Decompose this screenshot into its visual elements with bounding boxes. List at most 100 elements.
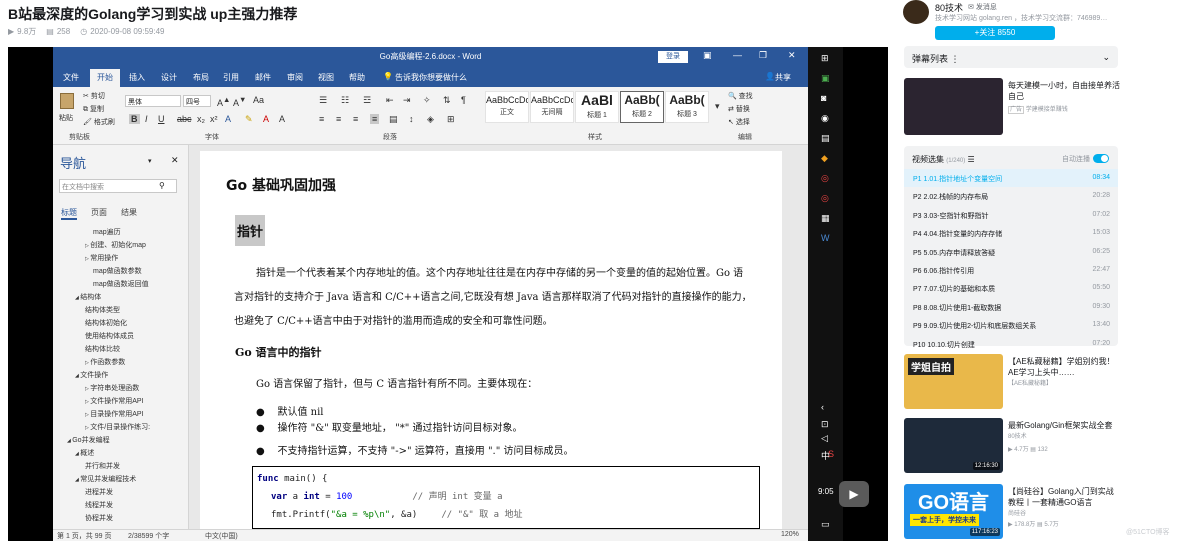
paste-button[interactable]: 粘贴 bbox=[59, 113, 73, 123]
borders-icon[interactable]: ⊞ bbox=[447, 114, 455, 125]
line-spacing-icon[interactable]: ↕ bbox=[409, 114, 414, 124]
recommend-title[interactable]: 【AE私藏秘籍】学姐别约我！AE学习上头中…… bbox=[1008, 356, 1120, 378]
ad-card[interactable]: 每天建模一小时，自由接单养活自己 广告 学建模接单赚钱 bbox=[904, 78, 1120, 136]
grow-font-icon[interactable]: A▲ bbox=[217, 95, 230, 108]
subscript-button[interactable]: x₂ bbox=[197, 114, 205, 124]
style-normal[interactable]: AaBbCcDc 正文 bbox=[485, 91, 529, 123]
tab-references[interactable]: 引用 bbox=[223, 72, 239, 83]
increase-indent-icon[interactable]: ⇥ bbox=[403, 95, 411, 106]
nav-heading-item[interactable]: map做函数返回值 bbox=[93, 279, 149, 289]
nav-heading-item[interactable]: 结构体初始化 bbox=[85, 318, 127, 328]
danmu-list-toggle[interactable]: 弹幕列表 ⋮ ⌄ bbox=[904, 46, 1118, 68]
copy-button[interactable]: ⧉ 复制 bbox=[83, 104, 104, 114]
tab-insert[interactable]: 插入 bbox=[129, 72, 145, 83]
app-icon[interactable]: ◎ bbox=[821, 193, 829, 204]
zoom-level[interactable]: 120% bbox=[781, 531, 799, 538]
nav-heading-item[interactable]: ▷ 字符串处理函数 bbox=[85, 383, 139, 393]
recommend-up[interactable]: 【AE私藏秘籍】 bbox=[1008, 378, 1052, 387]
style-no-spacing[interactable]: AaBbCcDc 无间隔 bbox=[530, 91, 574, 123]
nav-heading-item[interactable]: ▷ 创建、初始化map bbox=[85, 240, 146, 250]
font-size-select[interactable]: 四号 bbox=[183, 95, 211, 107]
sort-icon[interactable]: ⇅ bbox=[443, 95, 451, 106]
notification-icon[interactable]: ▭ bbox=[821, 519, 830, 530]
recommend-up[interactable]: 80技术 bbox=[1008, 431, 1027, 440]
align-left-icon[interactable]: ≡ bbox=[319, 114, 324, 124]
styles-scroll-icon[interactable]: ▾ bbox=[715, 101, 720, 112]
app-icon[interactable]: ◙ bbox=[821, 93, 826, 103]
nav-tab-pages[interactable]: 页面 bbox=[91, 207, 107, 218]
playlist-item[interactable]: P6 6.06.指针传引用 22:47 bbox=[904, 261, 1118, 279]
tab-file[interactable]: 文件 bbox=[63, 72, 79, 83]
ad-title[interactable]: 每天建模一小时，自由接单养活自己 bbox=[1008, 80, 1120, 102]
nav-tab-headings[interactable]: 标题 bbox=[61, 207, 77, 220]
style-heading2[interactable]: AaBb(标题 2 bbox=[620, 91, 664, 123]
tray-icon[interactable]: ⊡ bbox=[821, 419, 829, 430]
justify-icon[interactable]: ≡ bbox=[370, 114, 380, 124]
word-icon[interactable]: W bbox=[821, 233, 830, 243]
vertical-scrollbar[interactable] bbox=[782, 151, 794, 529]
chrome-icon[interactable]: ◎ bbox=[821, 173, 829, 184]
recommend-thumbnail[interactable]: GO语言 一套上手，学控未来 117:16:23 bbox=[904, 484, 1003, 539]
recommend-card[interactable]: 学姐自拍 【AE私藏秘籍】学姐别约我！AE学习上头中…… 【AE私藏秘籍】 bbox=[904, 354, 1118, 412]
tab-view[interactable]: 视图 bbox=[318, 72, 334, 83]
change-case-icon[interactable]: Aa bbox=[253, 95, 264, 105]
numbering-icon[interactable]: ☷ bbox=[341, 95, 349, 106]
avatar[interactable] bbox=[903, 0, 929, 24]
strikethrough-button[interactable]: abc bbox=[177, 114, 192, 124]
bullets-icon[interactable]: ☰ bbox=[319, 95, 327, 106]
nav-heading-item[interactable]: ▷ 文件操作常用API bbox=[85, 396, 144, 406]
maximize-icon[interactable]: ❐ bbox=[759, 50, 767, 61]
nav-heading-item[interactable]: 结构体比较 bbox=[85, 344, 120, 354]
align-right-icon[interactable]: ≡ bbox=[353, 114, 358, 124]
chinese-layout-icon[interactable]: ✧ bbox=[423, 95, 431, 106]
nav-heading-item[interactable]: ◢ 结构体 bbox=[75, 292, 101, 302]
message-button[interactable]: ✉ 发消息 bbox=[968, 2, 997, 12]
text-effects-icon[interactable]: A bbox=[225, 114, 231, 124]
shading-icon[interactable]: ◈ bbox=[427, 114, 434, 125]
playlist-item[interactable]: P5 5.05.内存申请释放答疑 06:25 bbox=[904, 243, 1118, 261]
follow-button[interactable]: +关注 8550 bbox=[935, 26, 1055, 40]
paste-icon[interactable] bbox=[60, 93, 74, 109]
start-icon[interactable]: ⊞ bbox=[821, 53, 829, 64]
nav-options-icon[interactable]: ▾ bbox=[148, 157, 152, 165]
close-icon[interactable]: ✕ bbox=[788, 50, 796, 61]
nav-heading-item[interactable]: ▷ 文件/目录操作练习: bbox=[85, 422, 150, 432]
nav-heading-item[interactable]: 使用结构体成员 bbox=[85, 331, 134, 341]
underline-button[interactable]: U bbox=[158, 114, 165, 124]
tab-help[interactable]: 帮助 bbox=[349, 72, 365, 83]
font-name-select[interactable]: 黑体 bbox=[125, 95, 181, 107]
nav-heading-item[interactable]: 结构体类型 bbox=[85, 305, 120, 315]
nav-heading-item[interactable]: map做函数参数 bbox=[93, 266, 142, 276]
tab-design[interactable]: 设计 bbox=[161, 72, 177, 83]
nav-close-icon[interactable]: ✕ bbox=[171, 155, 179, 166]
select-button[interactable]: ↖ 选择 bbox=[728, 117, 750, 127]
autoplay-toggle[interactable] bbox=[1093, 154, 1109, 163]
nav-heading-item[interactable]: ◢ Go并发编程 bbox=[67, 435, 110, 445]
format-painter-button[interactable]: 🖌 格式刷 bbox=[83, 117, 115, 127]
ad-thumbnail[interactable] bbox=[904, 78, 1003, 135]
nav-heading-item[interactable]: ◢ 概述 bbox=[75, 448, 94, 458]
nav-heading-item[interactable]: ▷ 作函数参数 bbox=[85, 357, 125, 367]
tray-arrow-icon[interactable]: ‹ bbox=[821, 402, 824, 412]
decrease-indent-icon[interactable]: ⇤ bbox=[386, 95, 394, 106]
playlist-item[interactable]: P10 10.10.切片创建 07:20 bbox=[904, 335, 1118, 353]
nav-heading-item[interactable]: 线程并发 bbox=[85, 500, 113, 510]
recommend-thumbnail[interactable]: 12:16:30 bbox=[904, 418, 1003, 473]
char-shading-icon[interactable]: A bbox=[279, 114, 285, 124]
recommend-up[interactable]: 尚硅谷 bbox=[1008, 508, 1026, 517]
superscript-button[interactable]: x² bbox=[210, 114, 218, 124]
nav-heading-item[interactable]: map遍历 bbox=[93, 227, 121, 237]
app-icon[interactable]: ◉ bbox=[821, 113, 829, 124]
recommend-title[interactable]: 【尚硅谷】Golang入门到实战教程丨一套精通GO语言 bbox=[1008, 486, 1120, 508]
show-marks-icon[interactable]: ¶ bbox=[461, 95, 466, 105]
find-button[interactable]: 🔍 查找 bbox=[728, 91, 753, 101]
playlist-item[interactable]: P3 3.03-空指针和野指针 07:02 bbox=[904, 206, 1118, 224]
play-pause-icon[interactable]: ▶ bbox=[839, 481, 869, 507]
document-page[interactable]: Go 基础巩固加强 指针 指针是一个代表着某个内存地址的值。这个内存地址往往是在… bbox=[200, 151, 782, 529]
nav-tab-results[interactable]: 结果 bbox=[121, 207, 137, 218]
playlist-item[interactable]: P8 8.08.切片使用1-截取数据 09:30 bbox=[904, 298, 1118, 316]
nav-heading-item[interactable]: 进程并发 bbox=[85, 487, 113, 497]
align-center-icon[interactable]: ≡ bbox=[336, 114, 341, 124]
login-button[interactable]: 登录 bbox=[658, 51, 688, 63]
app-icon[interactable]: ▦ bbox=[821, 213, 830, 224]
